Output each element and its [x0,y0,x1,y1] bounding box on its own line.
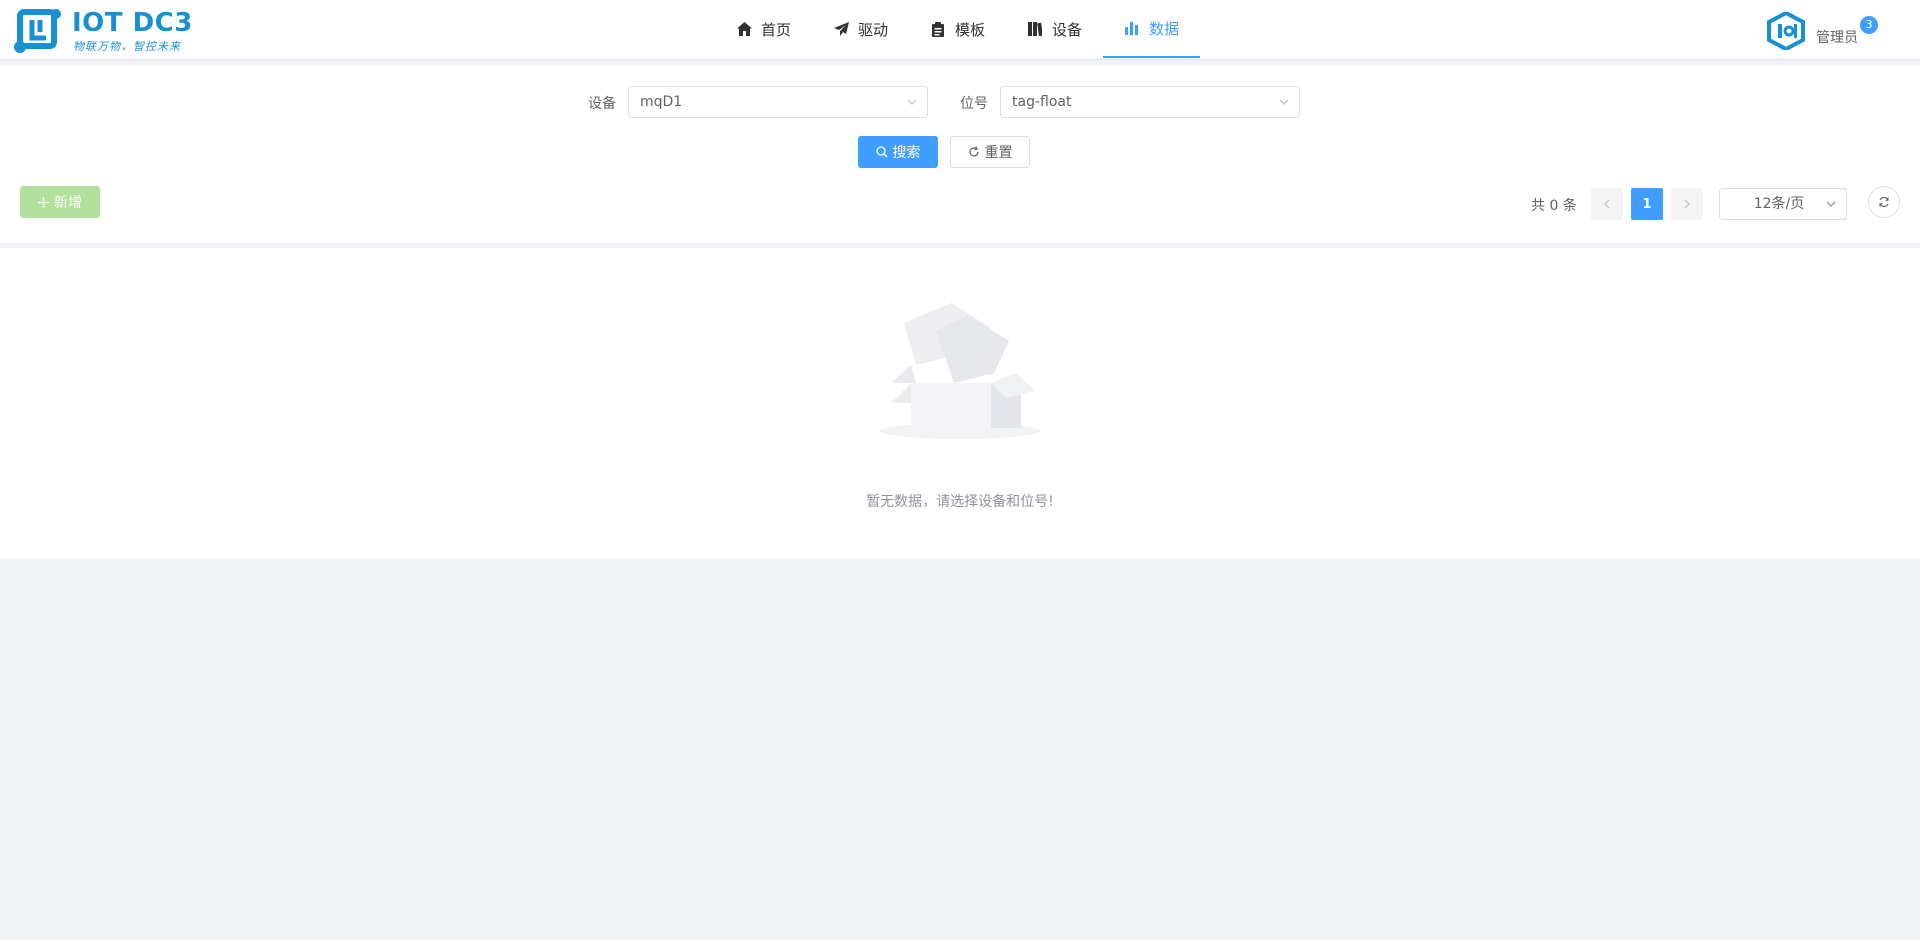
send-icon [833,21,849,37]
page-size-value: 12条/页 [1753,196,1805,212]
avatar [1767,12,1805,50]
prev-page-button[interactable] [1591,188,1623,220]
empty-message: 暂无数据，请选择设备和位号! [866,494,1054,510]
nav-label-data: 数据 [1149,19,1180,38]
clipboard-icon [930,21,946,37]
sync-icon [1879,197,1889,207]
search-button[interactable]: 搜索 [858,136,938,168]
nav-item-template[interactable]: 模板 [909,0,1006,58]
point-label: 位号 [960,96,988,112]
point-select-value: tag-float [1012,94,1072,110]
logo-title: IOT DC3 [72,8,193,38]
point-select[interactable]: tag-float [1000,86,1300,118]
refresh-icon [968,146,980,158]
search-icon [875,146,888,158]
nav-label-home: 首页 [761,20,792,39]
reset-button[interactable]: 重置 [950,136,1030,168]
chevron-left-icon [1604,199,1610,209]
logo-mark-icon [14,9,61,53]
device-select-value: mqD1 [640,94,683,110]
nav-item-device[interactable]: 设备 [1006,0,1103,58]
user-name: 管理员 [1816,30,1858,46]
chevron-right-icon [1684,199,1690,209]
main-nav: 首页 驱动 模板 设备 数据 [715,0,1201,60]
device-label: 设备 [588,96,616,112]
refresh-button[interactable] [1868,186,1900,218]
nav-label-template: 模板 [955,20,986,39]
nav-label-driver: 驱动 [858,20,889,39]
page-number-current[interactable]: 1 [1631,188,1663,220]
chevron-down-icon [1279,99,1289,105]
bar-chart-icon [1124,20,1140,36]
reset-button-label: 重置 [984,145,1013,161]
next-page-button[interactable] [1671,188,1703,220]
total-count: 共 0 条 [1531,198,1577,214]
home-icon [736,21,752,37]
plus-icon [38,196,49,208]
search-button-label: 搜索 [892,145,921,161]
book-icon [1027,21,1043,37]
top-header: IOT DC3 物联万物，智控未来 首页 驱动 模板 设备 数据 管理员 3 [0,0,1920,60]
search-card: 设备 mqD1 位号 tag-float 搜索 重置 新增 共 0 条 1 12… [0,65,1920,243]
add-button-label: 新增 [54,195,82,211]
add-button[interactable]: 新增 [20,186,100,218]
data-list-card: 暂无数据，请选择设备和位号! [0,248,1920,559]
notification-badge: 3 [1860,16,1878,34]
nav-label-device: 设备 [1052,20,1083,39]
nav-item-driver[interactable]: 驱动 [812,0,909,58]
chevron-down-icon [907,99,917,105]
empty-box-illustration [880,303,1040,439]
logo[interactable]: IOT DC3 物联万物，智控未来 [12,4,202,56]
logo-subtitle: 物联万物，智控未来 [73,40,181,53]
page-size-select[interactable]: 12条/页 [1719,188,1847,220]
nav-item-data[interactable]: 数据 [1103,0,1201,58]
nav-item-home[interactable]: 首页 [715,0,812,58]
device-select[interactable]: mqD1 [628,86,928,118]
chevron-down-icon [1826,201,1836,207]
